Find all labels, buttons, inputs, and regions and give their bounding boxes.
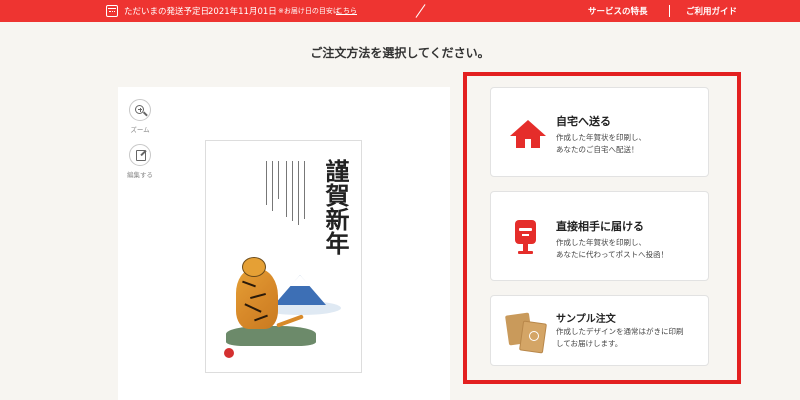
nav-usage-guide[interactable]: ご利用ガイド xyxy=(686,5,737,17)
postbox-slot xyxy=(519,228,532,231)
text-line xyxy=(292,161,293,221)
zoom-handle xyxy=(143,111,148,117)
option-direct-delivery[interactable]: 直接相手に届ける 作成した年賀状を印刷し、 あなたに代わってポストへ投函！ xyxy=(490,191,709,281)
house-door xyxy=(525,139,531,148)
divider-slash xyxy=(415,4,426,18)
preview-panel: ズーム 編集する 謹賀新年 xyxy=(118,87,450,400)
delivery-estimate-link[interactable]: こちら xyxy=(336,6,357,16)
postbox-base xyxy=(518,251,533,254)
seal-stamp xyxy=(224,348,234,358)
zoom-label: ズーム xyxy=(130,126,150,134)
greeting-card-preview[interactable]: 謹賀新年 xyxy=(205,140,362,373)
tiger-stripe xyxy=(250,292,266,300)
text-line xyxy=(272,161,273,211)
zoom-button[interactable]: ズーム xyxy=(118,99,162,134)
sample-mark xyxy=(529,331,539,341)
edit-button-circle xyxy=(129,144,151,166)
option-title: 自宅へ送る xyxy=(556,115,611,128)
calendar-icon xyxy=(106,5,118,17)
page-title: ご注文方法を選択してください。 xyxy=(310,46,490,60)
zoom-button-circle xyxy=(129,99,151,121)
tiger-stripe xyxy=(244,303,262,313)
nav-service-features[interactable]: サービスの特長 xyxy=(588,5,648,17)
ship-date-label: ただいまの発送予定日 xyxy=(124,7,210,17)
text-line xyxy=(266,161,267,205)
postbox-icon xyxy=(515,220,536,244)
edit-button[interactable]: 編集する xyxy=(118,144,162,179)
option-description: 作成したデザインを通常はがきに印刷 してお届けします。 xyxy=(556,327,684,348)
option-title: 直接相手に届ける xyxy=(556,220,644,233)
ship-date-value: 2021年11月01日 xyxy=(208,7,277,17)
nav-divider xyxy=(669,5,670,17)
edit-label: 編集する xyxy=(127,171,153,179)
card-title: 謹賀新年 xyxy=(321,159,350,255)
text-line xyxy=(304,161,305,219)
postal-mark xyxy=(522,234,529,240)
delivery-note: ※お届け日の目安は xyxy=(278,7,340,15)
text-line xyxy=(286,161,287,217)
text-line xyxy=(278,161,279,199)
tiger-illustration xyxy=(236,269,278,329)
option-sample-order[interactable]: サンプル注文 作成したデザインを通常はがきに印刷 してお届けします。 xyxy=(490,295,709,366)
option-title: サンプル注文 xyxy=(556,314,616,325)
text-line xyxy=(298,161,299,225)
tiger-stripe xyxy=(254,314,268,322)
snowcap xyxy=(290,275,310,286)
tiger-head xyxy=(242,257,266,277)
option-send-home[interactable]: 自宅へ送る 作成した年賀状を印刷し、 あなたのご自宅へ配送！ xyxy=(490,87,709,177)
option-description: 作成した年賀状を印刷し、 あなたに代わってポストへ投函！ xyxy=(556,238,669,259)
top-bar: ただいまの発送予定日 2021年11月01日 ※お届け日の目安は こちら サービ… xyxy=(0,0,800,22)
option-description: 作成した年賀状を印刷し、 あなたのご自宅へ配送！ xyxy=(556,133,646,154)
rocks-illustration xyxy=(226,326,316,346)
tiger-stripe xyxy=(242,280,256,288)
